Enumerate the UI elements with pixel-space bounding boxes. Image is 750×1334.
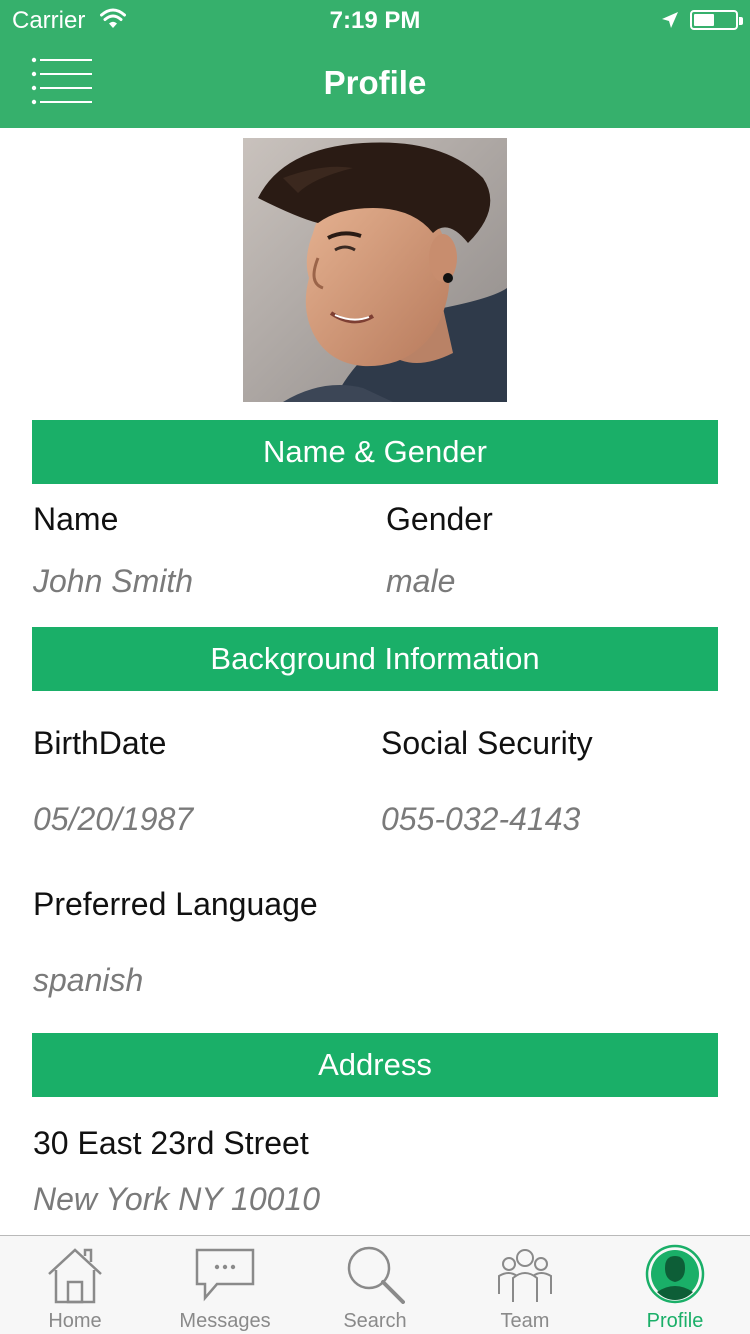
tab-team-label: Team: [500, 1310, 550, 1332]
tab-profile-label: Profile: [646, 1310, 704, 1332]
section-name-gender: Name & Gender: [32, 420, 718, 484]
tab-team[interactable]: Team: [450, 1236, 600, 1334]
section-address: Address: [32, 1033, 718, 1097]
profile-icon: [645, 1244, 705, 1304]
status-bar: Carrier 7:19 PM: [0, 0, 750, 40]
preferred-language-value: spanish: [33, 962, 144, 998]
tab-home-label: Home: [48, 1310, 102, 1332]
address-line-1: 30 East 23rd Street: [33, 1125, 309, 1161]
gender-label: Gender: [386, 501, 493, 537]
tab-bar: Home Messages Search Team Profile: [0, 1235, 750, 1334]
page-title: Profile: [323, 64, 427, 101]
section-background-information: Background Information: [32, 627, 718, 691]
tab-home[interactable]: Home: [0, 1236, 150, 1334]
tab-search[interactable]: Search: [300, 1236, 450, 1334]
gender-value: male: [386, 563, 456, 599]
home-icon: [48, 1248, 102, 1304]
battery-icon: [690, 10, 743, 30]
social-security-label: Social Security: [381, 725, 593, 761]
location-arrow-icon: [662, 12, 678, 28]
birthdate-label: BirthDate: [33, 725, 167, 761]
tab-search-label: Search: [343, 1310, 407, 1332]
tab-messages-label: Messages: [179, 1310, 271, 1332]
search-icon: [347, 1246, 405, 1304]
birthdate-value: 05/20/1987: [33, 801, 194, 837]
social-security-value: 055-032-4143: [381, 801, 581, 837]
team-icon: [498, 1249, 552, 1302]
name-label: Name: [33, 501, 119, 537]
address-line-2: New York NY 10010: [33, 1181, 320, 1217]
tab-profile[interactable]: Profile: [600, 1236, 750, 1334]
profile-screen: Carrier 7:19 PM Profile Name & Gender Na…: [0, 0, 750, 1334]
tab-messages[interactable]: Messages: [150, 1236, 300, 1334]
messages-icon: [195, 1248, 255, 1302]
profile-photo: [243, 138, 507, 402]
header: Carrier 7:19 PM Profile: [0, 0, 750, 128]
status-time: 7:19 PM: [329, 7, 421, 34]
preferred-language-label: Preferred Language: [33, 886, 318, 922]
name-value: John Smith: [33, 563, 194, 599]
